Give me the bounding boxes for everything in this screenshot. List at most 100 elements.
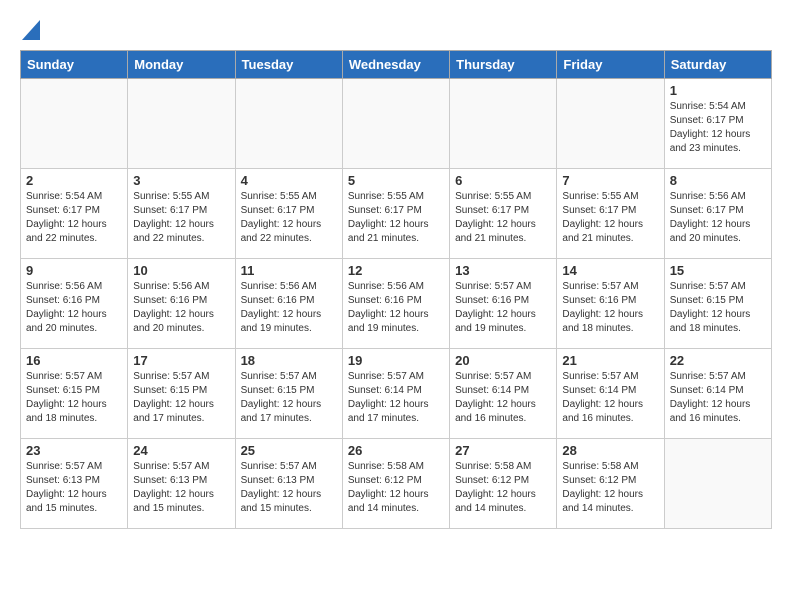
day-info: Sunrise: 5:54 AM Sunset: 6:17 PM Dayligh…: [670, 100, 766, 156]
calendar-cell: 15 Sunrise: 5:57 AM Sunset: 6:15 PM Dayli…: [664, 259, 771, 349]
weekday-header-thursday: Thursday: [450, 51, 557, 79]
weekday-header-monday: Monday: [128, 51, 235, 79]
calendar-cell: [128, 79, 235, 169]
day-info: Sunrise: 5:56 AM Sunset: 6:16 PM Dayligh…: [241, 280, 337, 336]
day-number: 4: [241, 173, 337, 188]
calendar-cell: 7 Sunrise: 5:55 AM Sunset: 6:17 PM Daylig…: [557, 169, 664, 259]
day-info: Sunrise: 5:57 AM Sunset: 6:15 PM Dayligh…: [670, 280, 766, 336]
day-number: 13: [455, 263, 551, 278]
calendar-cell: 1 Sunrise: 5:54 AM Sunset: 6:17 PM Daylig…: [664, 79, 771, 169]
day-info: Sunrise: 5:57 AM Sunset: 6:13 PM Dayligh…: [26, 460, 122, 516]
calendar-cell: [235, 79, 342, 169]
calendar-cell: 19 Sunrise: 5:57 AM Sunset: 6:14 PM Dayli…: [342, 349, 449, 439]
day-info: Sunrise: 5:57 AM Sunset: 6:16 PM Dayligh…: [455, 280, 551, 336]
day-number: 22: [670, 353, 766, 368]
day-number: 8: [670, 173, 766, 188]
calendar-cell: 20 Sunrise: 5:57 AM Sunset: 6:14 PM Dayli…: [450, 349, 557, 439]
day-number: 15: [670, 263, 766, 278]
day-number: 19: [348, 353, 444, 368]
calendar-cell: 27 Sunrise: 5:58 AM Sunset: 6:12 PM Dayli…: [450, 439, 557, 529]
calendar-cell: 6 Sunrise: 5:55 AM Sunset: 6:17 PM Daylig…: [450, 169, 557, 259]
day-info: Sunrise: 5:57 AM Sunset: 6:15 PM Dayligh…: [133, 370, 229, 426]
day-info: Sunrise: 5:57 AM Sunset: 6:13 PM Dayligh…: [133, 460, 229, 516]
calendar-cell: 9 Sunrise: 5:56 AM Sunset: 6:16 PM Daylig…: [21, 259, 128, 349]
day-number: 7: [562, 173, 658, 188]
calendar-table: SundayMondayTuesdayWednesdayThursdayFrid…: [20, 50, 772, 529]
day-number: 14: [562, 263, 658, 278]
weekday-header-sunday: Sunday: [21, 51, 128, 79]
calendar-cell: [450, 79, 557, 169]
day-info: Sunrise: 5:58 AM Sunset: 6:12 PM Dayligh…: [455, 460, 551, 516]
page-header: [20, 20, 772, 40]
day-info: Sunrise: 5:56 AM Sunset: 6:16 PM Dayligh…: [133, 280, 229, 336]
calendar-cell: 21Sunrise: 5:57 AM Sunset: 6:14 PM Dayli…: [557, 349, 664, 439]
calendar-cell: 11 Sunrise: 5:56 AM Sunset: 6:16 PM Dayli…: [235, 259, 342, 349]
day-info: Sunrise: 5:57 AM Sunset: 6:15 PM Dayligh…: [241, 370, 337, 426]
day-number: 11: [241, 263, 337, 278]
calendar-week-row: 9 Sunrise: 5:56 AM Sunset: 6:16 PM Daylig…: [21, 259, 772, 349]
calendar-cell: [557, 79, 664, 169]
calendar-cell: 4 Sunrise: 5:55 AM Sunset: 6:17 PM Daylig…: [235, 169, 342, 259]
calendar-week-row: 23 Sunrise: 5:57 AM Sunset: 6:13 PM Dayli…: [21, 439, 772, 529]
day-info: Sunrise: 5:57 AM Sunset: 6:14 PM Dayligh…: [455, 370, 551, 426]
day-number: 18: [241, 353, 337, 368]
day-number: 6: [455, 173, 551, 188]
day-number: 12: [348, 263, 444, 278]
day-info: Sunrise: 5:55 AM Sunset: 6:17 PM Dayligh…: [241, 190, 337, 246]
calendar-cell: 14 Sunrise: 5:57 AM Sunset: 6:16 PM Dayli…: [557, 259, 664, 349]
day-info: Sunrise: 5:57 AM Sunset: 6:14 PM Dayligh…: [562, 370, 658, 426]
logo-icon: [22, 20, 40, 40]
day-info: Sunrise: 5:56 AM Sunset: 6:16 PM Dayligh…: [26, 280, 122, 336]
calendar-header-row: SundayMondayTuesdayWednesdayThursdayFrid…: [21, 51, 772, 79]
day-number: 16: [26, 353, 122, 368]
day-info: Sunrise: 5:56 AM Sunset: 6:16 PM Dayligh…: [348, 280, 444, 336]
day-info: Sunrise: 5:57 AM Sunset: 6:16 PM Dayligh…: [562, 280, 658, 336]
day-number: 28: [562, 443, 658, 458]
calendar-cell: 5Sunrise: 5:55 AM Sunset: 6:17 PM Daylig…: [342, 169, 449, 259]
calendar-cell: 13 Sunrise: 5:57 AM Sunset: 6:16 PM Dayli…: [450, 259, 557, 349]
weekday-header-saturday: Saturday: [664, 51, 771, 79]
day-number: 2: [26, 173, 122, 188]
calendar-cell: [664, 439, 771, 529]
day-number: 1: [670, 83, 766, 98]
calendar-cell: [342, 79, 449, 169]
day-number: 3: [133, 173, 229, 188]
calendar-cell: 3 Sunrise: 5:55 AM Sunset: 6:17 PM Daylig…: [128, 169, 235, 259]
day-number: 25: [241, 443, 337, 458]
calendar-cell: 16 Sunrise: 5:57 AM Sunset: 6:15 PM Dayli…: [21, 349, 128, 439]
day-number: 24: [133, 443, 229, 458]
calendar-cell: 26 Sunrise: 5:58 AM Sunset: 6:12 PM Dayli…: [342, 439, 449, 529]
day-number: 17: [133, 353, 229, 368]
logo: [20, 20, 40, 40]
calendar-cell: 2 Sunrise: 5:54 AM Sunset: 6:17 PM Daylig…: [21, 169, 128, 259]
day-info: Sunrise: 5:57 AM Sunset: 6:15 PM Dayligh…: [26, 370, 122, 426]
weekday-header-tuesday: Tuesday: [235, 51, 342, 79]
calendar-cell: 18 Sunrise: 5:57 AM Sunset: 6:15 PM Dayli…: [235, 349, 342, 439]
day-number: 20: [455, 353, 551, 368]
calendar-cell: 8 Sunrise: 5:56 AM Sunset: 6:17 PM Daylig…: [664, 169, 771, 259]
calendar-cell: 17 Sunrise: 5:57 AM Sunset: 6:15 PM Dayli…: [128, 349, 235, 439]
day-info: Sunrise: 5:55 AM Sunset: 6:17 PM Dayligh…: [133, 190, 229, 246]
calendar-cell: 23 Sunrise: 5:57 AM Sunset: 6:13 PM Dayli…: [21, 439, 128, 529]
day-info: Sunrise: 5:57 AM Sunset: 6:14 PM Dayligh…: [670, 370, 766, 426]
day-info: Sunrise: 5:57 AM Sunset: 6:13 PM Dayligh…: [241, 460, 337, 516]
calendar-cell: 10 Sunrise: 5:56 AM Sunset: 6:16 PM Dayli…: [128, 259, 235, 349]
day-info: Sunrise: 5:57 AM Sunset: 6:14 PM Dayligh…: [348, 370, 444, 426]
day-info: Sunrise: 5:56 AM Sunset: 6:17 PM Dayligh…: [670, 190, 766, 246]
day-number: 10: [133, 263, 229, 278]
day-info: Sunrise: 5:58 AM Sunset: 6:12 PM Dayligh…: [348, 460, 444, 516]
day-number: 5: [348, 173, 444, 188]
weekday-header-friday: Friday: [557, 51, 664, 79]
calendar-week-row: 2 Sunrise: 5:54 AM Sunset: 6:17 PM Daylig…: [21, 169, 772, 259]
day-number: 9: [26, 263, 122, 278]
day-info: Sunrise: 5:58 AM Sunset: 6:12 PM Dayligh…: [562, 460, 658, 516]
day-info: Sunrise: 5:55 AM Sunset: 6:17 PM Dayligh…: [455, 190, 551, 246]
day-info: Sunrise: 5:54 AM Sunset: 6:17 PM Dayligh…: [26, 190, 122, 246]
weekday-header-wednesday: Wednesday: [342, 51, 449, 79]
day-number: 26: [348, 443, 444, 458]
calendar-week-row: 16 Sunrise: 5:57 AM Sunset: 6:15 PM Dayli…: [21, 349, 772, 439]
day-info: Sunrise: 5:55 AM Sunset: 6:17 PM Dayligh…: [562, 190, 658, 246]
calendar-cell: 28 Sunrise: 5:58 AM Sunset: 6:12 PM Dayli…: [557, 439, 664, 529]
day-number: 27: [455, 443, 551, 458]
day-number: 23: [26, 443, 122, 458]
